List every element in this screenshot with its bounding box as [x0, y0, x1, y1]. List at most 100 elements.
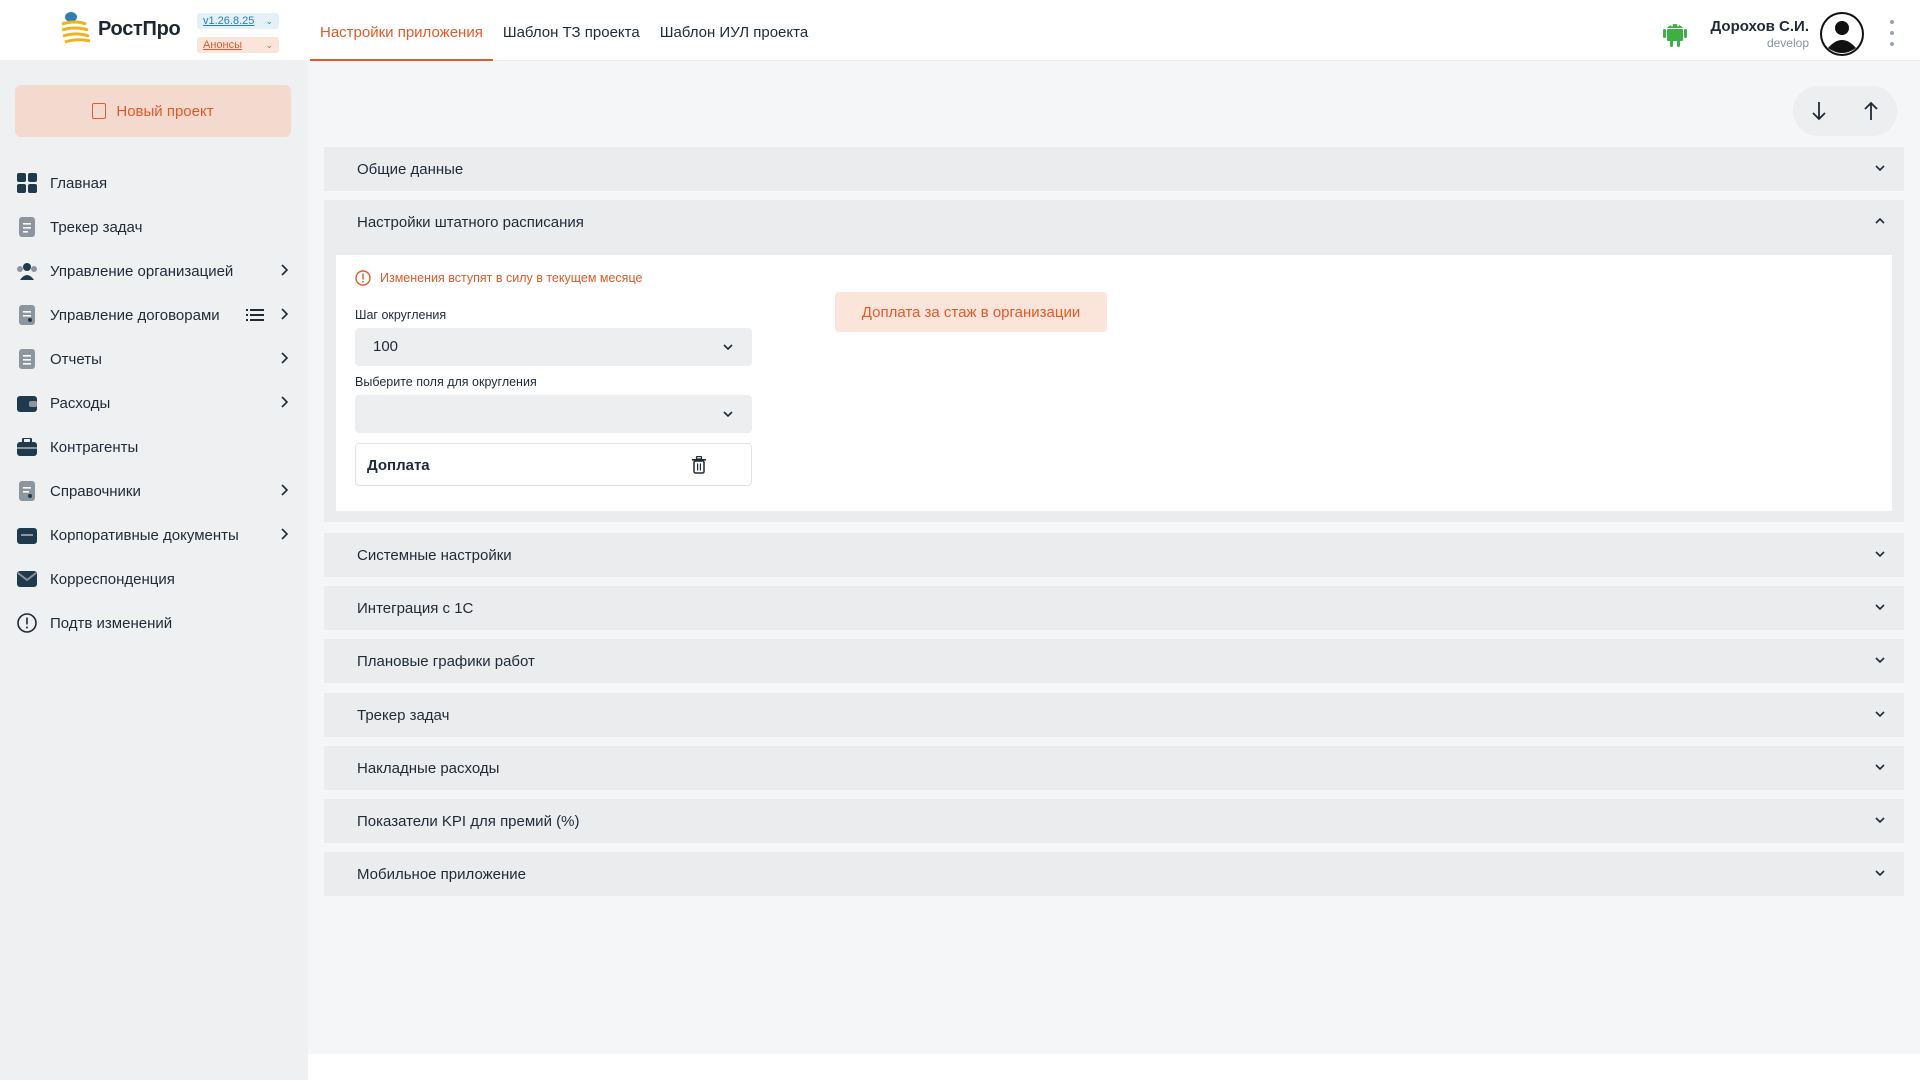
section-general[interactable]: Общие данные: [324, 147, 1904, 191]
new-project-button[interactable]: Новый проект: [15, 85, 291, 137]
scroll-controls: [1793, 86, 1897, 136]
user-name: Дорохов С.И.: [1710, 18, 1809, 35]
section-work-schedules[interactable]: Плановые графики работ: [324, 639, 1904, 683]
tab-iul-template[interactable]: Шаблон ИУЛ проекта: [650, 0, 818, 61]
sidebar-item-label: Справочники: [50, 482, 141, 500]
section-task-tracker[interactable]: Трекер задач: [324, 693, 1904, 737]
sidebar-item-correspondence[interactable]: Корреспонденция: [0, 557, 308, 601]
sidebar-item-corp-docs[interactable]: Корпоративные документы: [0, 513, 308, 557]
rounding-fields-label: Выберите поля для округления: [355, 375, 537, 389]
report-icon: [16, 348, 38, 370]
sidebar-item-tracker[interactable]: Трекер задач: [0, 205, 308, 249]
rounding-fields-select[interactable]: [355, 395, 752, 433]
sidebar-item-label: Подтв изменений: [50, 614, 173, 632]
sidebar-item-label: Управление договорами: [50, 306, 220, 324]
sidebar-item-label: Корреспонденция: [50, 570, 175, 588]
list-icon[interactable]: [246, 307, 264, 323]
top-nav: Настройки приложения Шаблон ТЗ проекта Ш…: [310, 0, 818, 61]
chevron-down-icon: [1875, 711, 1885, 718]
section-title: Накладные расходы: [357, 759, 500, 777]
chevron-down-icon: [1875, 870, 1885, 877]
top-header: РостПро v1.26.8.25 ⌄ Анонсы ⌄ Настройки …: [0, 0, 1920, 61]
sidebar-item-reports[interactable]: Отчеты: [0, 337, 308, 381]
chevron-down-icon: ⌄: [265, 16, 273, 26]
book-icon: [16, 480, 38, 502]
announcements-selector[interactable]: Анонсы ⌄: [197, 37, 279, 53]
section-header[interactable]: Системные настройки: [324, 533, 1904, 577]
section-overhead[interactable]: Накладные расходы: [324, 746, 1904, 790]
sidebar-item-label: Расходы: [50, 394, 111, 412]
section-header[interactable]: Трекер задач: [324, 693, 1904, 737]
selected-field-label: Доплата: [367, 457, 430, 474]
chevron-right-icon: [281, 264, 289, 276]
seniority-bonus-button[interactable]: Доплата за стаж в организации: [835, 292, 1107, 332]
mail-icon: [16, 568, 38, 590]
chevron-down-icon: [1875, 551, 1885, 558]
sidebar-item-references[interactable]: Справочники: [0, 469, 308, 513]
chevron-up-icon: [1875, 217, 1885, 224]
section-1c[interactable]: Интеграция с 1С: [324, 586, 1904, 630]
section-header[interactable]: Общие данные: [324, 147, 1904, 191]
section-header[interactable]: Настройки штатного расписания: [324, 200, 1904, 244]
section-title: Показатели KPI для премий (%): [357, 812, 580, 830]
sidebar-item-label: Трекер задач: [50, 218, 143, 236]
tab-app-settings[interactable]: Настройки приложения: [310, 0, 493, 61]
info-icon: [355, 270, 371, 286]
logo[interactable]: РостПро: [58, 10, 181, 48]
announcements-label: Анонсы: [203, 39, 243, 51]
trash-icon[interactable]: [691, 456, 707, 474]
user-icon: [1822, 14, 1862, 54]
document-icon: [16, 216, 38, 238]
section-title: Плановые графики работ: [357, 652, 535, 670]
sidebar-item-label: Отчеты: [50, 350, 102, 368]
section-mobile-app[interactable]: Мобильное приложение: [324, 852, 1904, 896]
section-system[interactable]: Системные настройки: [324, 533, 1904, 577]
section-header[interactable]: Показатели KPI для премий (%): [324, 799, 1904, 843]
section-kpi[interactable]: Показатели KPI для премий (%): [324, 799, 1904, 843]
section-title: Трекер задач: [357, 706, 450, 724]
section-title: Общие данные: [357, 160, 464, 178]
section-title: Системные настройки: [357, 546, 512, 564]
arrow-up-icon[interactable]: [1861, 100, 1881, 122]
wallet-icon: [16, 392, 38, 414]
sidebar-menu: Главная Трекер задач Управление организа…: [0, 161, 308, 645]
android-icon[interactable]: [1662, 20, 1688, 48]
tab-tz-template[interactable]: Шаблон ТЗ проекта: [493, 0, 650, 61]
more-menu-icon[interactable]: [1888, 20, 1896, 46]
sidebar-item-confirm-changes[interactable]: Подтв изменений: [0, 601, 308, 645]
sidebar-item-label: Главная: [50, 174, 108, 192]
sidebar-item-org[interactable]: Управление организацией: [0, 249, 308, 293]
sidebar-item-expenses[interactable]: Расходы: [0, 381, 308, 425]
section-title: Настройки штатного расписания: [357, 213, 584, 231]
chevron-down-icon: [1875, 764, 1885, 771]
chevron-right-icon: [281, 528, 289, 540]
version-selector[interactable]: v1.26.8.25 ⌄: [197, 13, 279, 29]
selected-field-row: Доплата: [355, 443, 752, 486]
section-title: Интеграция с 1С: [357, 599, 474, 617]
sidebar-item-contracts[interactable]: Управление договорами: [0, 293, 308, 337]
rounding-step-select[interactable]: 100: [355, 328, 752, 366]
rounding-step-label: Шаг округления: [355, 308, 447, 322]
warning-text: Изменения вступят в силу в текущем месяц…: [380, 271, 643, 285]
section-header[interactable]: Мобильное приложение: [324, 852, 1904, 896]
grid-icon: [16, 172, 38, 194]
briefcase-icon: [16, 436, 38, 458]
sidebar-item-counterparties[interactable]: Контрагенты: [0, 425, 308, 469]
chevron-down-icon: [723, 411, 733, 418]
sidebar-item-label: Контрагенты: [50, 438, 139, 456]
sidebar-item-home[interactable]: Главная: [0, 161, 308, 205]
section-header[interactable]: Интеграция с 1С: [324, 586, 1904, 630]
chevron-down-icon: ⌄: [265, 40, 273, 50]
users-icon: [16, 260, 38, 282]
rounding-step-value: 100: [373, 338, 399, 355]
section-header[interactable]: Плановые графики работ: [324, 639, 1904, 683]
arrow-down-icon[interactable]: [1809, 100, 1829, 122]
footer-strip: [308, 1054, 1920, 1080]
chevron-down-icon: [723, 344, 733, 351]
staff-schedule-panel: Изменения вступят в силу в текущем месяц…: [336, 255, 1892, 511]
section-title: Мобильное приложение: [357, 865, 526, 883]
warning-message: Изменения вступят в силу в текущем месяц…: [355, 270, 642, 286]
section-header[interactable]: Накладные расходы: [324, 746, 1904, 790]
avatar[interactable]: [1820, 12, 1864, 56]
folder-icon: [16, 524, 38, 546]
